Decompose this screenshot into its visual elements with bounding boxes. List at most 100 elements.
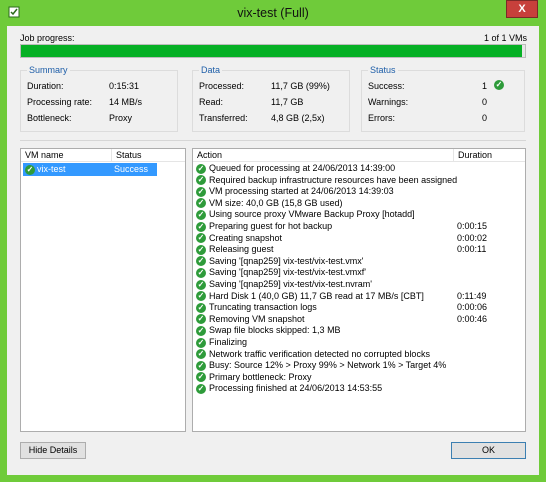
action-row[interactable]: ✓ Preparing guest for hot backup [196,221,332,233]
vm-row-status: Success [114,164,149,174]
action-row[interactable]: ✓ Releasing guest [196,244,274,256]
action-text: Primary bottleneck: Proxy [209,371,312,382]
action-row[interactable]: ✓ VM processing started at 24/06/2013 14:… [196,186,394,198]
data-read-value: 11,7 GB [271,97,304,107]
action-row[interactable]: ✓ Saving '[qnap259] vix-test/vix-test.nvr… [196,279,372,291]
action-duration: 0:00:02 [457,232,488,243]
action-text: Finalizing [209,337,248,347]
action-text: Processing finished at 24/06/2013 14:53:… [209,383,383,394]
vm-name-header[interactable]: VM name [21,149,111,162]
action-row[interactable]: ✓ Saving '[qnap259] vix-test/vix-test.vmx… [196,256,364,268]
job-progress-fill [21,45,523,57]
success-check-icon: ✓ [196,244,206,255]
action-row[interactable]: ✓ Busy: Source 12% > Proxy 99% > Network … [196,360,446,372]
status-errors-label: Errors: [368,113,395,123]
action-row[interactable]: ✓ Required backup infrastructure resource… [196,175,457,187]
job-progress-label: Job progress: [20,33,75,43]
success-check-icon: ✓ [196,268,206,279]
data-processed-label: Processed: [199,81,245,91]
status-success-label: Success: [368,81,405,91]
action-text: Creating snapshot [209,232,283,243]
job-progress-count: 1 of 1 VMs [483,33,527,43]
action-text: Network traffic verification detected no… [209,348,430,359]
action-row[interactable]: ✓ Removing VM snapshot [196,314,305,326]
action-text: Queued for processing at 24/06/2013 14:3… [209,163,396,173]
vm-table[interactable]: VM name Status ✓ vix-test Success [20,148,186,432]
action-duration: 0:00:11 [457,244,487,255]
ok-button[interactable]: OK [451,442,526,459]
action-text: Required backup infrastructure resources… [209,174,458,185]
vm-row-name: vix-test [37,164,66,174]
action-row[interactable]: ✓ Creating snapshot [196,233,282,245]
summary-duration-value: 0:15:31 [109,81,140,91]
status-group: Status Success: 1 ✓ Warnings: 0 Errors: … [361,65,525,132]
action-row[interactable]: ✓ Queued for processing at 24/06/2013 14:… [196,163,395,175]
action-text: Preparing guest for hot backup [209,221,333,231]
action-text: VM size: 40,0 GB (15,8 GB used) [209,197,343,208]
vm-status-header[interactable]: Status [111,149,185,162]
action-duration: 0:11:49 [457,290,487,301]
success-check-icon: ✓ [196,372,206,383]
action-text: Saving '[qnap259] vix-test/vix-test.vmx' [209,255,364,266]
data-title: Data [199,65,223,75]
window-title: vix-test (Full) [237,6,309,20]
success-check-icon: ✓ [196,163,206,174]
action-text: Saving '[qnap259] vix-test/vix-test.nvra… [209,279,373,289]
summary-duration-label: Duration: [27,81,64,91]
status-warnings-label: Warnings: [368,97,409,107]
action-row[interactable]: ✓ Truncating transaction logs [196,302,317,314]
action-row[interactable]: ✓ Finalizing [196,337,247,349]
action-text: Busy: Source 12% > Proxy 99% > Network 1… [209,360,447,371]
success-check-icon: ✓ [196,337,206,348]
action-text: Removing VM snapshot [209,313,305,324]
data-transferred-value: 4,8 GB (2,5x) [271,113,325,123]
summary-bottleneck-value: Proxy [109,113,133,123]
title-bar[interactable]: vix-test (Full) X [0,0,546,26]
action-text: Truncating transaction logs [209,302,317,313]
success-check-icon: ✓ [196,186,206,197]
summary-group: Summary Duration: 0:15:31 Processing rat… [20,65,178,132]
action-text: Saving '[qnap259] vix-test/vix-test.vmxf… [209,267,366,278]
action-text: Hard Disk 1 (40,0 GB) 11,7 GB read at 17… [209,290,424,301]
success-check-icon: ✓ [196,360,206,371]
vm-row[interactable]: ✓ vix-test Success [23,163,157,176]
action-header[interactable]: Action [193,149,453,162]
client-area: Job progress: 1 of 1 VMs Summary Duratio… [7,26,539,475]
action-row[interactable]: ✓ Hard Disk 1 (40,0 GB) 11,7 GB read at 1… [196,291,424,303]
action-row[interactable]: ✓ Network traffic verification detected n… [196,349,430,361]
action-text: Releasing guest [209,244,274,255]
success-check-icon: ✓ [196,233,206,244]
action-duration: 0:00:15 [457,221,488,231]
status-warnings-value: 0 [482,97,488,107]
duration-header[interactable]: Duration [453,149,525,162]
data-transferred-label: Transferred: [199,113,248,123]
action-row[interactable]: ✓ Processing finished at 24/06/2013 14:53… [196,383,382,395]
success-check-icon: ✓ [196,175,206,186]
success-check-icon: ✓ [196,302,206,313]
close-button[interactable]: X [506,0,538,18]
data-read-label: Read: [199,97,224,107]
action-row[interactable]: ✓ VM size: 40,0 GB (15,8 GB used) [196,198,343,210]
success-check-icon: ✓ [25,164,35,175]
status-success-value: 1 [482,81,488,91]
success-check-icon: ✓ [196,198,206,209]
action-text: VM processing started at 24/06/2013 14:3… [209,186,394,197]
status-title: Status [368,65,398,75]
action-duration: 0:00:46 [457,313,488,324]
job-window: vix-test (Full) X Job progress: 1 of 1 V… [0,0,546,482]
action-row[interactable]: ✓ Primary bottleneck: Proxy [196,372,312,384]
summary-rate-label: Processing rate: [27,97,93,107]
success-check-icon: ✓ [196,279,206,290]
action-row[interactable]: ✓ Swap file blocks skipped: 1,3 MB [196,325,341,337]
summary-rate-value: 14 MB/s [109,97,143,107]
status-errors-value: 0 [482,113,488,123]
divider [20,140,526,141]
action-text: Swap file blocks skipped: 1,3 MB [209,325,341,336]
success-check-icon: ✓ [196,210,206,221]
action-log-table[interactable]: Action Duration ✓ Queued for processing a… [192,148,526,432]
success-check-icon: ✓ [196,256,206,267]
hide-details-button[interactable]: Hide Details [20,442,86,459]
action-row[interactable]: ✓ Saving '[qnap259] vix-test/vix-test.vmx… [196,267,366,279]
action-row[interactable]: ✓ Using source proxy VMware Backup Proxy … [196,209,415,221]
data-group: Data Processed: 11,7 GB (99%) Read: 11,7… [192,65,350,132]
